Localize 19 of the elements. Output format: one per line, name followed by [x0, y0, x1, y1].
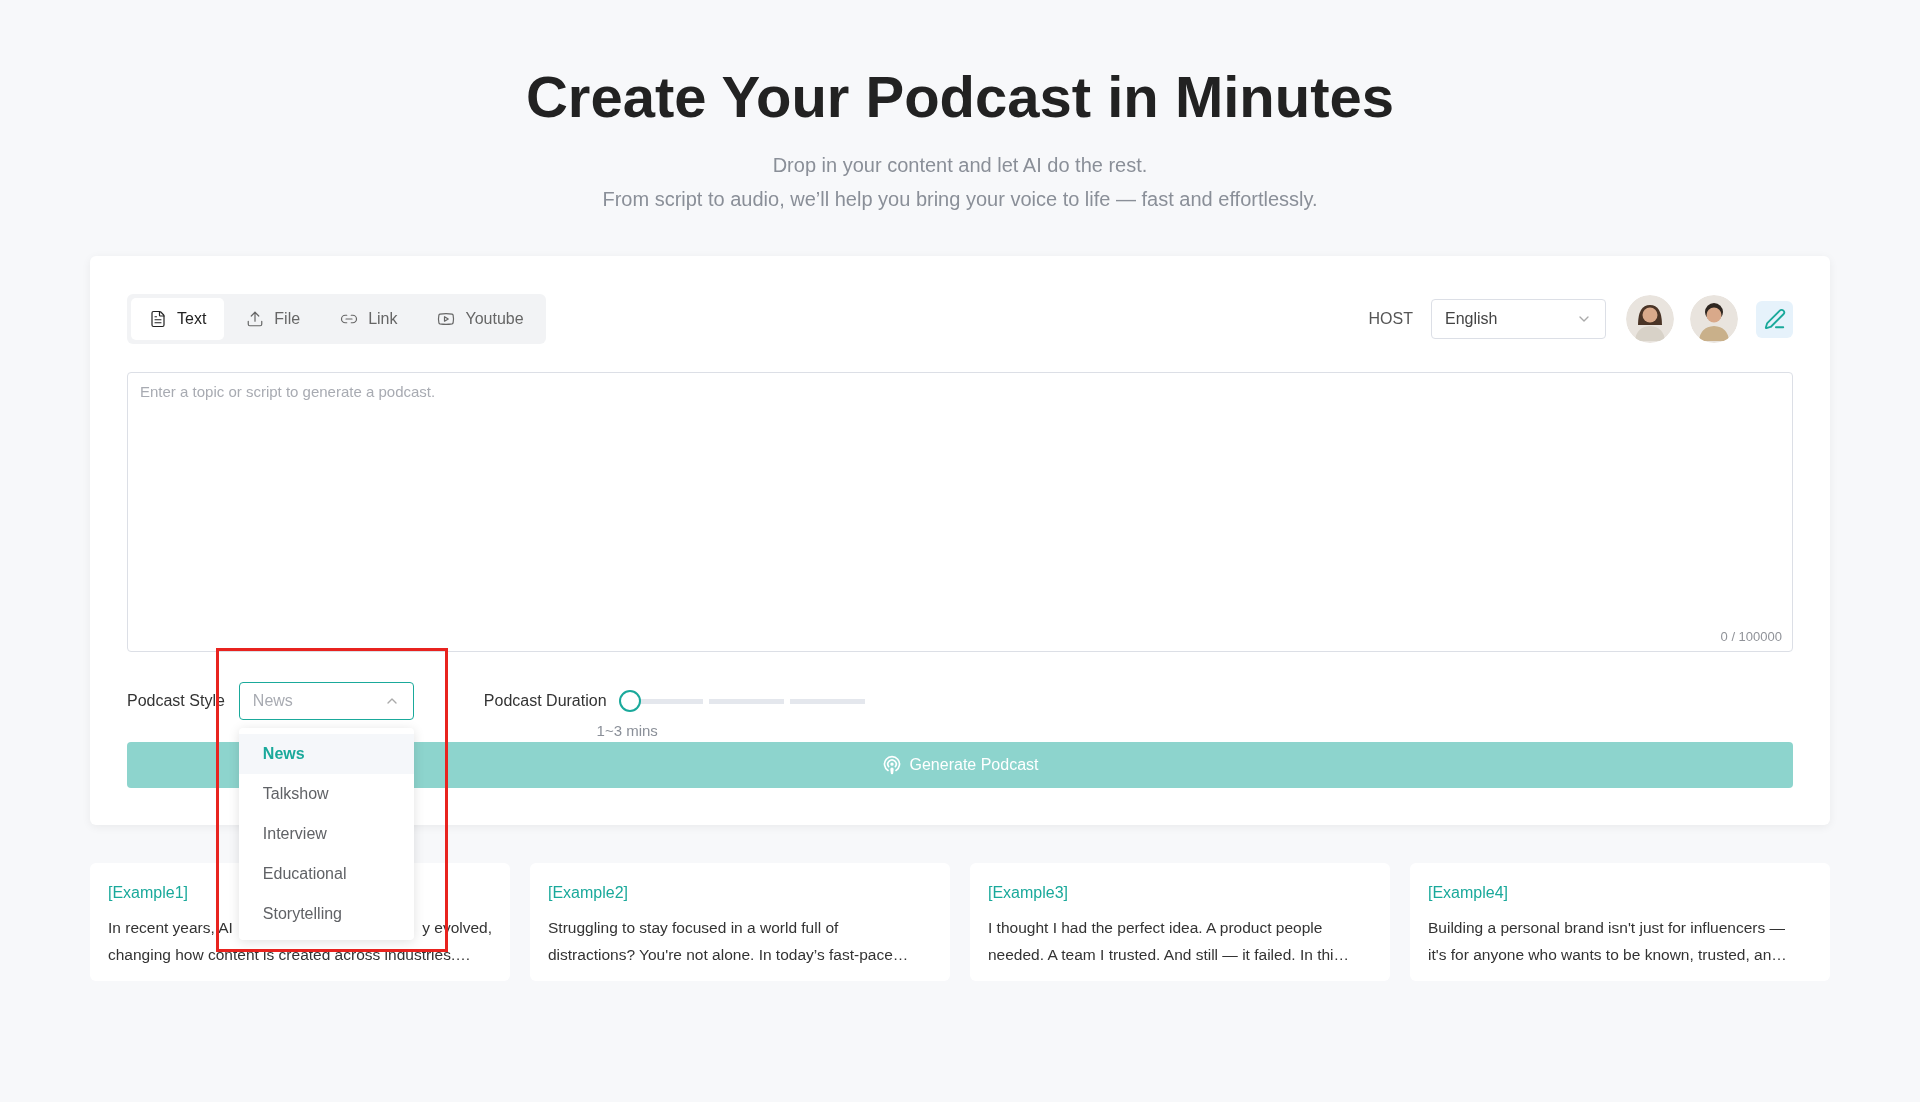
example-text: Struggling to stay focused in a world full of [548, 918, 839, 938]
page-title: Create Your Podcast in Minutes [525, 68, 1394, 126]
example-text: changing how content is created across industries.… [108, 945, 471, 965]
podcast-duration-label: Podcast Duration [483, 691, 607, 711]
character-counter: 0 / 100000 [1720, 627, 1782, 646]
example-text: it's for anyone who wants to be known, trusted, an… [1428, 945, 1787, 965]
example-title: [Example1] [108, 883, 190, 903]
example-title: [Example2] [548, 883, 630, 903]
example-text: In recent years, AI [108, 918, 233, 938]
subtitle-line: Drop in your content and let AI do the rest. [772, 154, 1148, 176]
example-text: needed. A team I trusted. And still — it failed. In thi… [988, 945, 1349, 965]
example-text: distractions? You're not alone. In today’s fast-pace… [548, 945, 909, 965]
example-title: [Example3] [988, 883, 1070, 903]
host-label: HOST [1368, 309, 1413, 329]
duration-reading: 1~3 mins [596, 721, 658, 741]
example-text: I thought I had the perfect idea. A product people [988, 918, 1323, 938]
example-title: [Example4] [1428, 883, 1510, 903]
example-text: Building a personal brand isn't just for influencers — [1428, 918, 1786, 938]
subtitle-line: From script to audio, we’ll help you bring your voice to life — fast and effortlessly. [602, 188, 1318, 210]
